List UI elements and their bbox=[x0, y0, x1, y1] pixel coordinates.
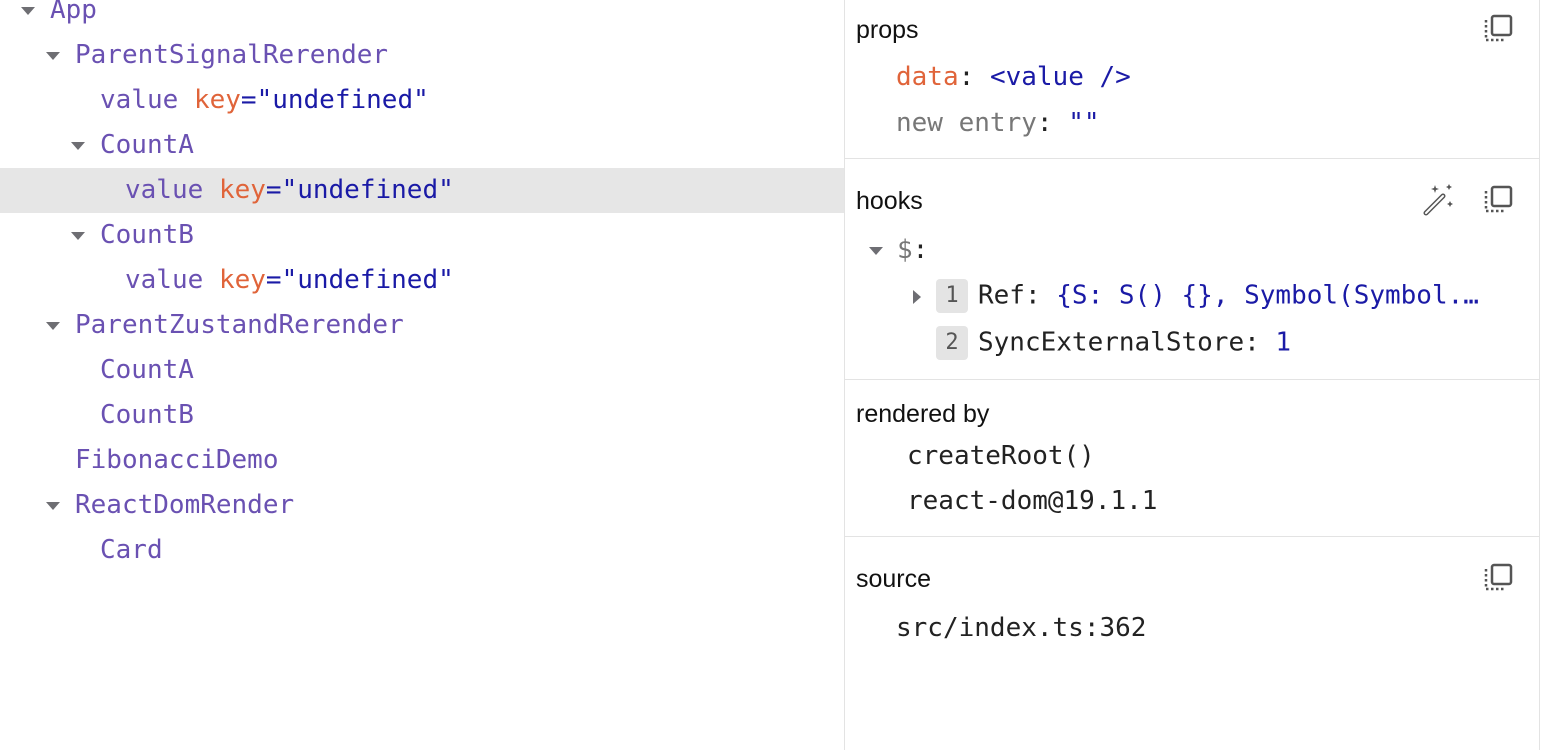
hook-value: 1 bbox=[1275, 327, 1292, 358]
hook-name: Ref bbox=[978, 280, 1025, 311]
tree-row[interactable]: CountB bbox=[0, 213, 844, 258]
component-name: value key="undefined" bbox=[125, 168, 454, 213]
component-label: CountA bbox=[100, 130, 194, 160]
tree-row[interactable]: ParentSignalRerender bbox=[0, 33, 844, 78]
component-label: value bbox=[125, 175, 204, 205]
magic-wand-icon[interactable] bbox=[1421, 183, 1455, 217]
hooks-section: hooks $: 1 Ref: {S: S() {}, Symbol(Symbol… bbox=[845, 159, 1539, 380]
component-name: FibonacciDemo bbox=[75, 438, 279, 483]
copy-icon[interactable] bbox=[1481, 183, 1515, 217]
hook-index: 1 bbox=[936, 279, 968, 313]
expand-triangle-icon[interactable] bbox=[46, 502, 60, 510]
source-location[interactable]: src/index.ts:362 bbox=[896, 613, 1146, 643]
component-name: Card bbox=[100, 528, 163, 573]
component-name: ReactDomRender bbox=[75, 483, 294, 528]
props-title: props bbox=[856, 16, 919, 44]
inspected-element-panel: props data: <value /> new entry: "" hook… bbox=[844, 0, 1540, 750]
hook-group-name: $ bbox=[897, 235, 913, 265]
component-label: ParentZustandRerender bbox=[75, 310, 404, 340]
source-title: source bbox=[856, 565, 932, 593]
tree-row[interactable]: value key="undefined" bbox=[0, 258, 844, 303]
component-name: CountA bbox=[100, 123, 194, 168]
props-section: props data: <value /> new entry: "" bbox=[845, 0, 1539, 159]
component-label: FibonacciDemo bbox=[75, 445, 279, 475]
expand-triangle-icon[interactable] bbox=[21, 7, 35, 15]
copy-icon[interactable] bbox=[1481, 12, 1515, 46]
renderer-item: createRoot() bbox=[907, 441, 1095, 471]
expand-triangle-icon[interactable] bbox=[46, 322, 60, 330]
hook-item[interactable]: 2 SyncExternalStore: 1 bbox=[913, 326, 1291, 360]
component-label: CountB bbox=[100, 220, 194, 250]
rendered-by-section: rendered by createRoot() react-dom@19.1.… bbox=[845, 380, 1539, 537]
expand-triangle-icon[interactable] bbox=[71, 142, 85, 150]
component-name: value key="undefined" bbox=[100, 78, 429, 123]
prop-key: data bbox=[896, 62, 959, 92]
component-label: ParentSignalRerender bbox=[75, 40, 389, 70]
key-label: key bbox=[218, 265, 266, 295]
component-name: CountA bbox=[100, 348, 194, 393]
hook-index: 2 bbox=[936, 326, 968, 360]
prop-new-entry[interactable]: new entry: "" bbox=[896, 108, 1100, 138]
component-name: ParentSignalRerender bbox=[75, 33, 388, 78]
tree-row[interactable]: CountB bbox=[0, 393, 844, 438]
tree-row[interactable]: CountA bbox=[0, 123, 844, 168]
component-label: ReactDomRender bbox=[75, 490, 295, 520]
renderer-item: react-dom@19.1.1 bbox=[907, 486, 1158, 516]
prop-data[interactable]: data: <value /> bbox=[896, 62, 1131, 92]
component-label: CountB bbox=[100, 400, 194, 430]
expand-triangle-icon[interactable] bbox=[46, 52, 60, 60]
tree-row[interactable]: App bbox=[0, 0, 844, 33]
component-name: App bbox=[50, 0, 97, 33]
hook-value: {S: S() {}, Symbol(Symbol.… bbox=[1056, 280, 1479, 311]
component-name: CountB bbox=[100, 213, 194, 258]
tree-row[interactable]: Card bbox=[0, 528, 844, 573]
equals-sign: = bbox=[265, 265, 282, 295]
component-name: value key="undefined" bbox=[125, 258, 454, 303]
source-section: source src/index.ts:362 bbox=[845, 537, 1539, 749]
component-name: ParentZustandRerender bbox=[75, 303, 404, 348]
hook-item[interactable]: 1 Ref: {S: S() {}, Symbol(Symbol.… bbox=[913, 279, 1479, 313]
component-label: App bbox=[50, 0, 97, 25]
equals-sign: = bbox=[265, 175, 282, 205]
component-label: Card bbox=[100, 535, 163, 565]
tree-row[interactable]: value key="undefined" bbox=[0, 78, 844, 123]
rendered-by-title: rendered by bbox=[856, 400, 990, 428]
component-tree: App ParentSignalRerender value key="undefi… bbox=[0, 0, 844, 750]
tree-row[interactable]: FibonacciDemo bbox=[0, 438, 844, 483]
hooks-title: hooks bbox=[856, 187, 923, 215]
component-label: CountA bbox=[100, 355, 194, 385]
new-entry-value[interactable]: "" bbox=[1068, 108, 1099, 138]
tree-row[interactable]: ReactDomRender bbox=[0, 483, 844, 528]
tree-row[interactable]: CountA bbox=[0, 348, 844, 393]
hook-name: SyncExternalStore bbox=[978, 327, 1245, 358]
collapsed-triangle-icon[interactable] bbox=[913, 290, 921, 304]
tree-row[interactable]: ParentZustandRerender bbox=[0, 303, 844, 348]
key-label: key bbox=[218, 175, 266, 205]
tree-row[interactable]: value key="undefined" bbox=[0, 168, 844, 213]
key-value: "undefined" bbox=[281, 175, 454, 205]
new-entry-key[interactable]: new entry bbox=[896, 108, 1037, 138]
prop-value: <value /> bbox=[989, 62, 1131, 92]
expand-triangle-icon[interactable] bbox=[71, 232, 85, 240]
key-value: "undefined" bbox=[281, 265, 454, 295]
equals-sign: = bbox=[240, 85, 257, 115]
key-value: "undefined" bbox=[256, 85, 429, 115]
hook-group[interactable]: $: bbox=[869, 235, 928, 265]
expand-triangle-icon[interactable] bbox=[869, 247, 883, 255]
key-label: key bbox=[193, 85, 241, 115]
component-label: value bbox=[100, 85, 179, 115]
component-name: CountB bbox=[100, 393, 194, 438]
component-label: value bbox=[125, 265, 204, 295]
copy-icon[interactable] bbox=[1481, 561, 1515, 595]
